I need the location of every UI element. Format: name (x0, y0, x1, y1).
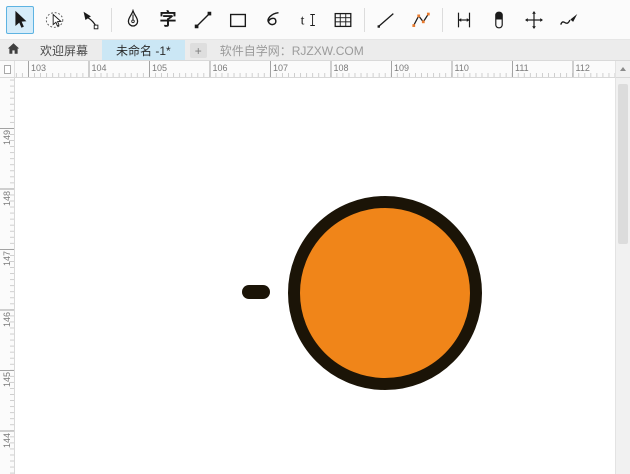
workspace: 149 148 147 146 145 144 (0, 78, 630, 474)
hruler-label: 103 (31, 63, 47, 73)
vertical-ruler[interactable]: 149 148 147 146 145 144 (0, 78, 15, 474)
vruler-label: 148 (2, 190, 12, 206)
ruler-origin-corner[interactable] (0, 61, 15, 78)
drawing-layer (242, 196, 482, 390)
toolbar-separator (442, 7, 443, 32)
pick-tool[interactable] (6, 5, 34, 34)
rectangle-tool[interactable] (224, 6, 252, 34)
tab-label: 欢迎屏幕 (40, 43, 89, 58)
straight-line-tool[interactable] (372, 6, 400, 34)
vruler-label: 144 (2, 432, 12, 448)
free-transform-tool[interactable] (520, 6, 548, 34)
vruler-label: 145 (2, 371, 12, 387)
vertical-scrollbar-thumb[interactable] (618, 84, 628, 244)
hruler-label: 111 (515, 63, 529, 73)
toolbar-separator (111, 7, 112, 32)
hruler-label: 106 (212, 63, 228, 73)
app-window: 字t 欢迎屏幕 未命名 -1* + 软件自学网：RJZXW.COM 103 104… (0, 0, 630, 474)
tab-untitled-document[interactable]: 未命名 -1* (102, 40, 185, 60)
ruler-origin-icon (3, 64, 11, 74)
vruler-label: 146 (2, 311, 12, 327)
tab-label: 未命名 -1* (116, 43, 171, 58)
hruler-label: 108 (333, 63, 349, 73)
hruler-label: 105 (152, 63, 168, 73)
home-icon (6, 41, 21, 59)
toolbar: 字t (0, 0, 630, 40)
ruler-row: 103 104 105 106 107 108 109 110 111 112 (0, 61, 630, 78)
text-tool[interactable]: 字 (154, 6, 182, 34)
plus-icon: + (194, 43, 202, 58)
hruler-label: 109 (394, 63, 410, 73)
vruler-label: 147 (2, 250, 12, 266)
canvas[interactable] (15, 78, 615, 474)
text-insert-tool[interactable]: t (294, 6, 322, 34)
horizontal-ruler[interactable]: 103 104 105 106 107 108 109 110 111 112 (15, 61, 615, 78)
polyline-tool[interactable] (407, 6, 435, 34)
pen-tool[interactable] (119, 6, 147, 34)
toolbar-separator (364, 7, 365, 32)
hruler-label: 112 (575, 63, 590, 73)
hruler-label: 110 (454, 63, 469, 73)
artistic-media-tool[interactable] (555, 6, 583, 34)
tab-welcome-screen[interactable]: 欢迎屏幕 (26, 40, 102, 60)
watermark-text: 软件自学网：RJZXW.COM (219, 43, 364, 58)
scroll-up-button[interactable] (615, 61, 630, 78)
tab-bar: 欢迎屏幕 未命名 -1* + 软件自学网：RJZXW.COM (0, 40, 630, 61)
svg-text:t: t (301, 12, 305, 27)
freehand-pick-tool[interactable] (41, 6, 69, 34)
dimension-tool[interactable] (450, 6, 478, 34)
home-button[interactable] (0, 40, 26, 60)
hruler-label: 107 (273, 63, 289, 73)
table-tool[interactable] (329, 6, 357, 34)
new-document-button[interactable]: + (189, 43, 207, 58)
two-point-line-tool[interactable] (189, 6, 217, 34)
bspline-tool[interactable] (259, 6, 287, 34)
dash-shape[interactable] (242, 285, 270, 299)
vertical-scrollbar[interactable] (615, 78, 630, 474)
scroll-up-icon (620, 67, 626, 71)
vruler-label: 149 (2, 129, 12, 145)
eraser-tool[interactable] (485, 6, 513, 34)
hruler-label: 104 (91, 63, 107, 73)
circle-shape[interactable] (288, 196, 482, 390)
shape-tool[interactable] (76, 6, 104, 34)
